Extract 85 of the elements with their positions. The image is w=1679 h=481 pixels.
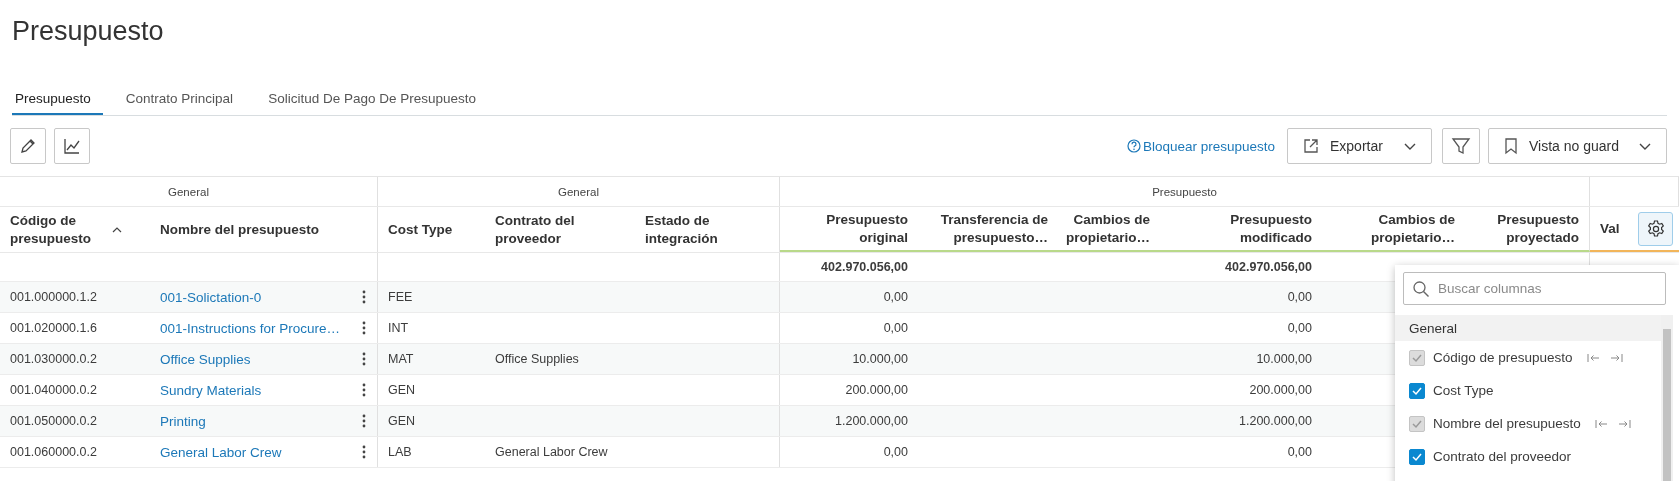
table-cell: 0,00 <box>883 290 908 304</box>
search-icon <box>1412 280 1430 298</box>
more-options-icon[interactable] <box>361 352 366 366</box>
column-group-header: General <box>168 185 209 198</box>
table-cell: GEN <box>388 414 416 428</box>
edit-button[interactable] <box>10 128 46 164</box>
budget-name-link[interactable]: General Labor Crew <box>160 444 282 460</box>
column-header[interactable]: Cambios de propietario… <box>1066 210 1150 247</box>
filter-icon <box>1451 136 1471 156</box>
table-cell: 0,00 <box>883 321 908 335</box>
column-header[interactable]: Cost Type <box>388 220 453 239</box>
column-option: Nombre del presupuesto <box>1433 416 1581 431</box>
column-option: Cost Type <box>1433 383 1494 398</box>
filter-button[interactable] <box>1442 128 1480 164</box>
table-cell: 001.040000.0.2 <box>10 383 97 397</box>
more-options-icon[interactable] <box>361 321 366 335</box>
column-header[interactable]: Transferencia de presupuesto… <box>928 210 1048 247</box>
table-cell: 200.000,00 <box>845 383 908 397</box>
column-option: Contrato del proveedor <box>1433 449 1572 464</box>
export-button[interactable]: Exportar <box>1287 128 1432 164</box>
column-header[interactable]: Presupuesto original <box>790 210 908 247</box>
tab[interactable]: Presupuesto <box>12 84 103 115</box>
budget-name-link[interactable]: 001-Instructions for Procure… <box>160 320 341 336</box>
table-cell: LAB <box>388 445 412 459</box>
budget-name-link[interactable]: Office Supplies <box>160 351 251 367</box>
pin-right-icon[interactable] <box>1608 352 1623 363</box>
budget-name-link[interactable]: 001-Solictation-0 <box>160 289 262 305</box>
scrollbar[interactable] <box>1661 315 1673 481</box>
table-cell: 001.020000.1.6 <box>10 321 97 335</box>
search-field[interactable]: Buscar columnas <box>1403 272 1666 305</box>
settings-button[interactable] <box>1638 212 1673 246</box>
column-header[interactable]: Presupuesto modificado <box>1170 210 1312 247</box>
checkbox[interactable] <box>1409 448 1425 465</box>
table-cell: 001.030000.0.2 <box>10 352 97 366</box>
column-group-header: Presupuesto <box>1152 185 1217 198</box>
checkbox[interactable] <box>1409 382 1425 399</box>
table-cell: 10.000,00 <box>1256 352 1312 366</box>
help-icon <box>1126 139 1141 153</box>
table-cell: 0,00 <box>1287 445 1312 459</box>
table-cell: INT <box>388 321 409 335</box>
table-cell: MAT <box>388 352 414 366</box>
lock-budget-link[interactable]: Bloquear presupuesto <box>1142 138 1275 154</box>
table-cell: 0,00 <box>1287 321 1312 335</box>
more-options-icon[interactable] <box>361 290 366 304</box>
table-cell: 001.060000.0.2 <box>10 445 97 459</box>
column-header[interactable]: Cambios de propietario… <box>1332 210 1455 247</box>
column-header[interactable]: Nombre del presupuesto <box>160 220 320 239</box>
budget-name-link[interactable]: Printing <box>160 413 206 429</box>
table-cell: 1.200.000,00 <box>1239 414 1312 428</box>
column-header[interactable]: Estado de integración <box>645 211 769 248</box>
table-cell: General Labor Crew <box>495 445 608 459</box>
table-cell: 10.000,00 <box>852 352 908 366</box>
column-header[interactable]: Val <box>1600 219 1620 238</box>
budget-name-link[interactable]: Sundry Materials <box>160 382 262 398</box>
page-title: Presupuesto <box>11 15 165 48</box>
settings-icon <box>1645 219 1666 239</box>
line-chart-icon <box>63 137 81 155</box>
more-options-icon[interactable] <box>361 414 366 428</box>
table-cell: 0,00 <box>883 445 908 459</box>
more-options-icon[interactable] <box>361 383 366 397</box>
view-dropdown[interactable]: Vista no guard <box>1488 128 1667 164</box>
column-header[interactable]: Presupuesto proyectado <box>1475 210 1579 247</box>
column-header[interactable]: Código de presupuesto <box>10 211 140 248</box>
table-cell: GEN <box>388 383 416 397</box>
share-icon <box>1302 137 1320 155</box>
total-cell: 402.970.056,00 <box>1225 260 1312 274</box>
tab[interactable]: Contrato Principal <box>122 84 246 115</box>
tab[interactable]: Solicitud De Pago De Presupuesto <box>265 84 488 115</box>
table-cell: 200.000,00 <box>1249 383 1312 397</box>
table-cell: 001.050000.0.2 <box>10 414 97 428</box>
pin-right-icon[interactable] <box>1616 418 1631 429</box>
total-cell: 402.970.056,00 <box>821 260 908 274</box>
bookmark-icon <box>1503 137 1519 155</box>
more-options-icon[interactable] <box>361 445 366 459</box>
chart-button[interactable] <box>54 128 90 164</box>
table-cell: FEE <box>388 290 413 304</box>
column-option: Código de presupuesto <box>1433 350 1573 365</box>
section-header: General <box>1409 320 1458 336</box>
table-cell: 0,00 <box>1287 290 1312 304</box>
column-header[interactable]: Contrato del proveedor <box>495 211 625 248</box>
table-cell: 1.200.000,00 <box>835 414 908 428</box>
column-group-header: General <box>558 185 599 198</box>
pencil-icon <box>19 137 37 155</box>
table-cell: Office Supplies <box>495 352 579 366</box>
table-cell: 001.000000.1.2 <box>10 290 97 304</box>
